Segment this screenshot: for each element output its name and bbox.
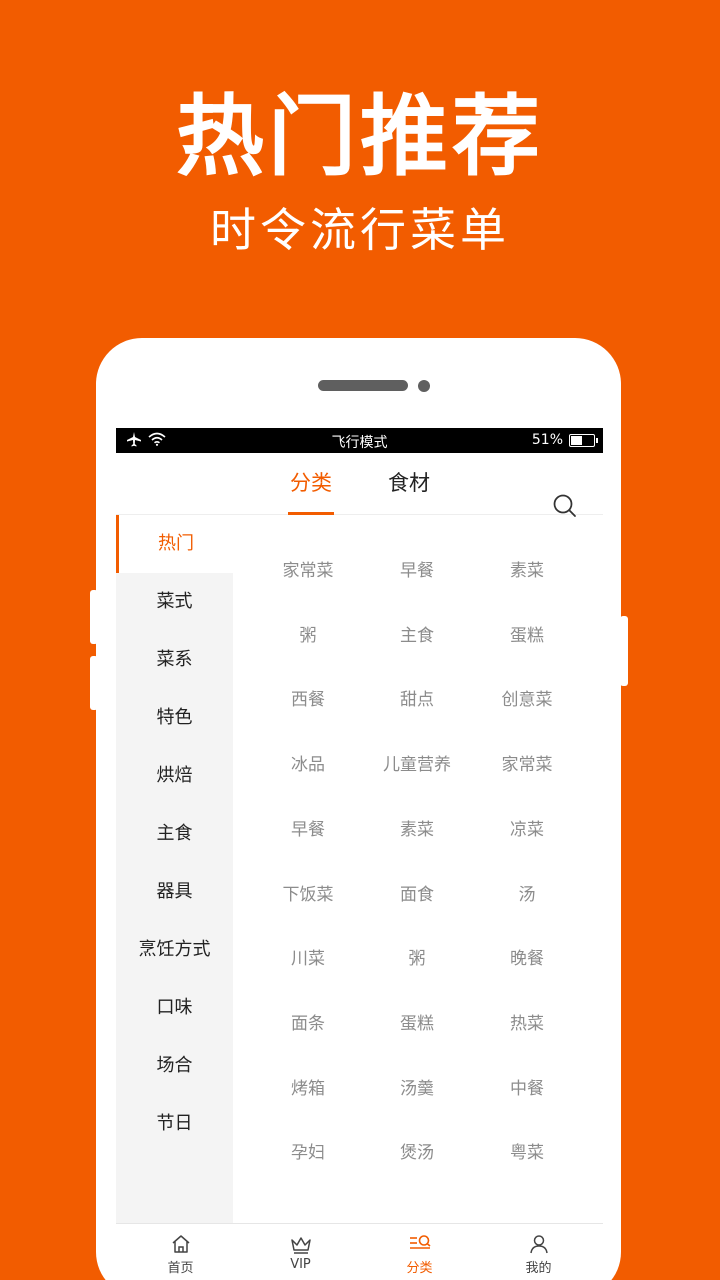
sidebar-item[interactable]: 菜式 [116, 573, 233, 631]
app-screen: 飞行模式 51% 分类 食材 热门 菜式 菜系 特色 烘焙 主食 器具 烹饪方式 口味 场合 节日 … [116, 428, 603, 1280]
nav-home-label: 首页 [167, 1261, 194, 1276]
bottom-navigation: 首页 VIP 分类 我的 [116, 1223, 603, 1280]
battery-icon [569, 433, 598, 447]
nav-mine[interactable]: 我的 [478, 1224, 599, 1280]
home-icon [172, 1235, 189, 1253]
category-cell[interactable]: 下饭菜 [248, 875, 368, 915]
sidebar-item[interactable]: 器具 [116, 863, 233, 921]
nav-vip[interactable]: VIP [240, 1224, 361, 1280]
category-cell[interactable]: 创意菜 [467, 680, 587, 720]
category-cell[interactable]: 汤羹 [357, 1069, 477, 1109]
battery-percent: 51% [531, 432, 563, 448]
category-cell[interactable]: 儿童营养 [357, 745, 477, 785]
category-sidebar: 热门 菜式 菜系 特色 烘焙 主食 器具 烹饪方式 口味 场合 节日 [116, 515, 233, 1225]
category-cell[interactable]: 粤菜 [467, 1133, 587, 1173]
crown-icon [290, 1237, 311, 1254]
category-cell[interactable]: 西餐 [248, 680, 368, 720]
tab-ingredients[interactable]: 食材 [386, 467, 432, 515]
nav-vip-label: VIP [290, 1257, 311, 1272]
promo-subtitle: 时令流行菜单 [210, 203, 510, 257]
category-cell[interactable]: 面条 [248, 1004, 368, 1044]
phone-speaker [318, 380, 408, 391]
category-cell[interactable]: 凉菜 [467, 810, 587, 850]
sidebar-item[interactable]: 特色 [116, 689, 233, 747]
status-bar: 飞行模式 51% [116, 428, 603, 453]
category-cell[interactable]: 冰品 [248, 745, 368, 785]
category-cell[interactable]: 早餐 [357, 551, 477, 591]
sidebar-item[interactable]: 场合 [116, 1037, 233, 1095]
nav-home[interactable]: 首页 [120, 1224, 241, 1280]
category-cell[interactable]: 蛋糕 [357, 1004, 477, 1044]
sidebar-item[interactable]: 烹饪方式 [116, 921, 233, 979]
category-cell[interactable]: 素菜 [357, 810, 477, 850]
category-grid: 家常菜 早餐 素菜粥主食 蛋糕 西餐 甜点 创意菜 冰品 儿童营养 家常菜 早餐 素菜 凉菜 下饭菜 面食汤… [233, 515, 603, 1225]
sidebar-item[interactable]: 菜系 [116, 631, 233, 689]
nav-category[interactable]: 分类 [359, 1224, 480, 1280]
category-cell[interactable]: 粥 [357, 939, 477, 979]
sidebar-item[interactable]: 主食 [116, 805, 233, 863]
category-cell[interactable]: 热菜 [467, 1004, 587, 1044]
nav-mine-label: 我的 [525, 1261, 552, 1276]
sidebar-item[interactable]: 热门 [116, 515, 233, 573]
category-cell[interactable]: 煲汤 [357, 1133, 477, 1173]
sidebar-item[interactable]: 节日 [116, 1095, 233, 1153]
top-tabs: 分类 食材 [116, 453, 603, 517]
category-cell[interactable]: 家常菜 [248, 551, 368, 591]
status-bar-title: 飞行模式 [331, 435, 388, 451]
category-cell[interactable]: 粥 [248, 616, 368, 656]
category-cell[interactable]: 汤 [467, 875, 587, 915]
user-icon [529, 1235, 548, 1254]
category-cell[interactable]: 川菜 [248, 939, 368, 979]
category-cell[interactable]: 早餐 [248, 810, 368, 850]
nav-category-label: 分类 [406, 1261, 433, 1276]
category-cell[interactable]: 烤箱 [248, 1069, 368, 1109]
promo-title: 热门推荐 [175, 85, 544, 188]
tab-category[interactable]: 分类 [288, 467, 334, 515]
category-search-icon [409, 1235, 431, 1249]
sidebar-item[interactable]: 口味 [116, 979, 233, 1037]
category-cell[interactable]: 晚餐 [467, 939, 587, 979]
category-cell[interactable]: 蛋糕 [467, 616, 587, 656]
phone-power-button [620, 616, 628, 686]
category-cell[interactable]: 家常菜 [467, 745, 587, 785]
category-cell[interactable]: 面食 [357, 875, 477, 915]
category-cell[interactable]: 甜点 [357, 680, 477, 720]
sidebar-item[interactable]: 烘焙 [116, 747, 233, 805]
category-cell[interactable]: 中餐 [467, 1069, 587, 1109]
phone-camera [418, 380, 430, 392]
category-cell[interactable]: 素菜 [467, 551, 587, 591]
category-cell[interactable]: 孕妇 [248, 1133, 368, 1173]
category-cell[interactable]: 主食 [357, 616, 477, 656]
